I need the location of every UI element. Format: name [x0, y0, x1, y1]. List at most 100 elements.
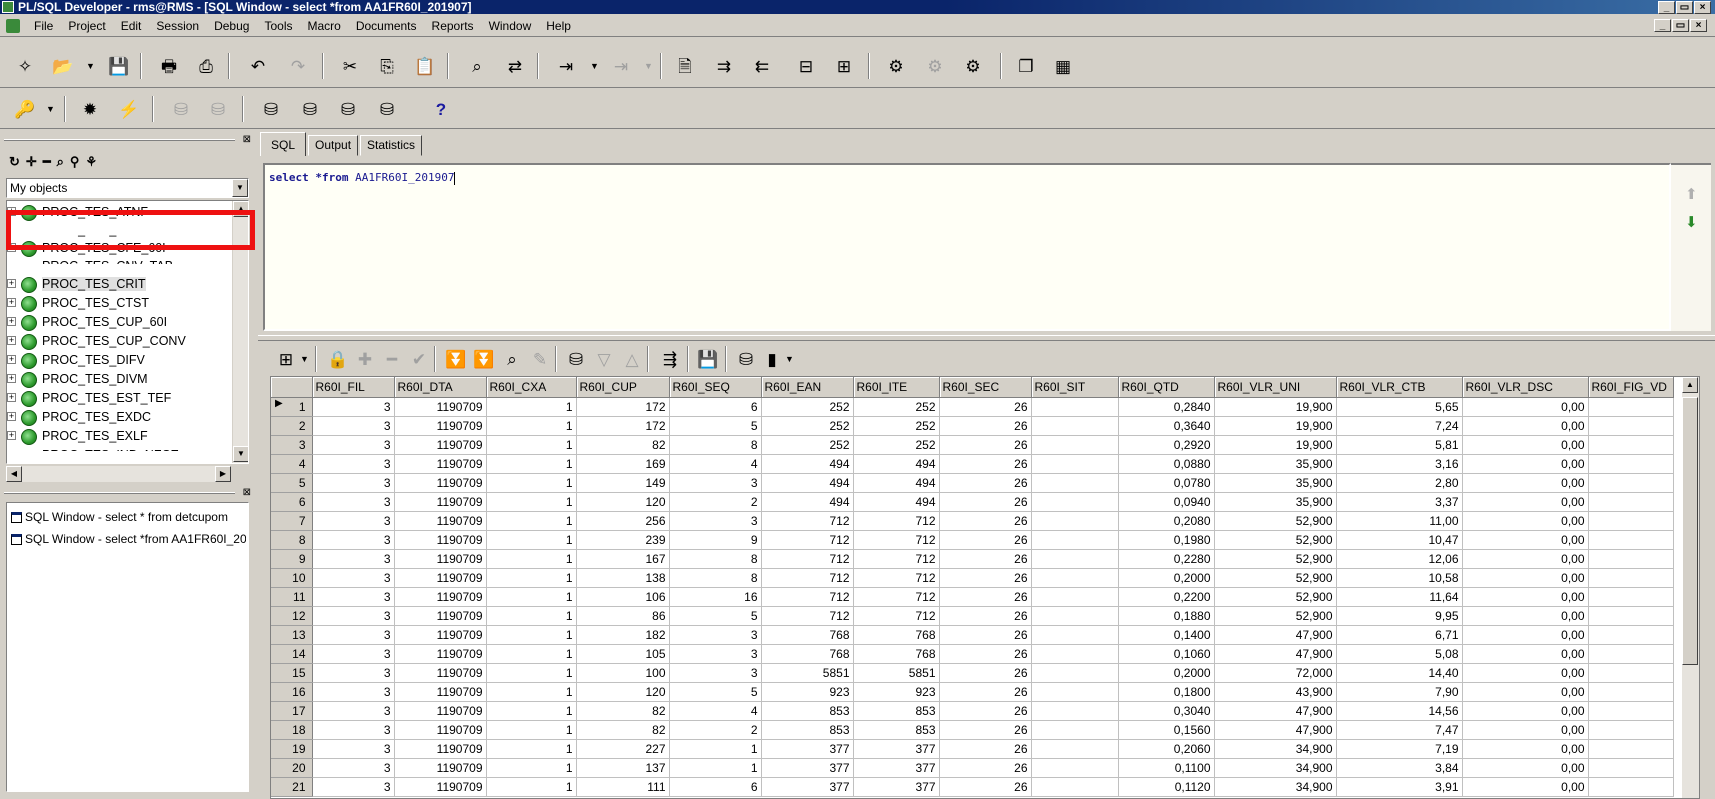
save-icon[interactable]: 💾: [106, 53, 132, 79]
expand-icon[interactable]: +: [7, 298, 16, 307]
new-icon[interactable]: ✧: [12, 53, 38, 79]
table-cell[interactable]: 3,91: [1336, 777, 1463, 797]
refresh-icon[interactable]: ↻: [9, 154, 20, 170]
menu-macro[interactable]: Macro: [299, 15, 347, 37]
table-row[interactable]: 13 3 1190709 1 182 3 768 768 26 0,1400 47,900 6,71 0…: [271, 625, 1674, 645]
tree-item[interactable]: + PROC_TES_IND_NFCE: [37, 445, 179, 451]
table-cell[interactable]: 5851: [853, 663, 940, 683]
table-cell[interactable]: 0,00: [1462, 435, 1589, 455]
table-cell[interactable]: 0,1560: [1118, 720, 1215, 740]
table-cell[interactable]: 2: [669, 720, 762, 740]
window-list-icon[interactable]: ❐: [1013, 53, 1039, 79]
maximize-button[interactable]: ▭: [1676, 1, 1693, 14]
table-cell[interactable]: 3: [669, 473, 762, 493]
table-row[interactable]: 16 3 1190709 1 120 5 923 923 26 0,1800 43,900 7,90 0…: [271, 682, 1674, 702]
sql-editor[interactable]: select *from AA1FR60I_201907: [263, 163, 1671, 331]
row-number-cell[interactable]: 16: [271, 682, 313, 702]
table-cell[interactable]: 3,37: [1336, 492, 1463, 512]
table-cell[interactable]: 26: [939, 682, 1032, 702]
table-cell[interactable]: 0,1880: [1118, 606, 1215, 626]
table-cell[interactable]: 47,900: [1214, 720, 1337, 740]
table-cell[interactable]: 0,2060: [1118, 739, 1215, 759]
table-cell[interactable]: 3: [312, 549, 395, 569]
remove-icon[interactable]: ━: [43, 154, 51, 170]
column-header[interactable]: R60I_EAN: [761, 377, 854, 398]
scroll-right-icon[interactable]: ▶: [215, 466, 231, 482]
table-cell[interactable]: 0,00: [1462, 454, 1589, 474]
table-cell[interactable]: 111: [576, 777, 670, 797]
tree-item[interactable]: + PROC_TES_CUP_CONV: [7, 331, 186, 351]
table-row[interactable]: 6 3 1190709 1 120 2 494 494 26 0,0940 35,900 3,37 0,…: [271, 492, 1674, 512]
table-cell[interactable]: 82: [576, 435, 670, 455]
table-cell[interactable]: 0,00: [1462, 587, 1589, 607]
column-header[interactable]: R60I_SEC: [939, 377, 1032, 398]
chart-dropdown-icon[interactable]: ▼: [785, 354, 794, 364]
indent-icon[interactable]: ⇉: [711, 53, 737, 79]
table-cell[interactable]: 1190709: [394, 549, 487, 569]
table-row[interactable]: 14 3 1190709 1 105 3 768 768 26 0,1060 47,900 5,08 0…: [271, 644, 1674, 664]
table-cell[interactable]: 52,900: [1214, 549, 1337, 569]
insert-record-icon[interactable]: ✚: [352, 346, 378, 372]
find-icon[interactable]: ⌕: [57, 154, 64, 170]
query-by-example-icon[interactable]: ⛁: [563, 346, 589, 372]
table-row[interactable]: 7 3 1190709 1 256 3 712 712 26 0,2080 52,900 11,00 0…: [271, 511, 1674, 531]
table-cell[interactable]: 34,900: [1214, 758, 1337, 778]
table-cell[interactable]: [1588, 416, 1674, 436]
table-cell[interactable]: 0,00: [1462, 720, 1589, 740]
table-cell[interactable]: [1031, 682, 1119, 702]
table-cell[interactable]: 86: [576, 606, 670, 626]
table-cell[interactable]: 26: [939, 530, 1032, 550]
copy-icon[interactable]: ⎘: [374, 53, 400, 79]
row-number-cell[interactable]: 20: [271, 758, 313, 778]
close-button[interactable]: ×: [1694, 1, 1711, 14]
table-cell[interactable]: 0,1100: [1118, 758, 1215, 778]
table-cell[interactable]: 6: [669, 777, 762, 797]
column-header[interactable]: R60I_VLR_UNI: [1214, 377, 1337, 398]
grid-view-icon[interactable]: ⊞: [273, 346, 299, 372]
table-cell[interactable]: 1190709: [394, 758, 487, 778]
table-cell[interactable]: [1031, 625, 1119, 645]
table-cell[interactable]: 10,58: [1336, 568, 1463, 588]
table-cell[interactable]: [1031, 663, 1119, 683]
find-icon[interactable]: ⌕: [464, 53, 490, 79]
table-cell[interactable]: 1190709: [394, 473, 487, 493]
table-cell[interactable]: 0,0880: [1118, 454, 1215, 474]
table-cell[interactable]: 0,3040: [1118, 701, 1215, 721]
csv-icon[interactable]: ⛁: [297, 96, 323, 122]
scroll-down-icon[interactable]: ▼: [233, 446, 248, 462]
table-cell[interactable]: 26: [939, 720, 1032, 740]
table-cell[interactable]: 0,1800: [1118, 682, 1215, 702]
table-cell[interactable]: 3: [312, 454, 395, 474]
table-cell[interactable]: 0,00: [1462, 606, 1589, 626]
table-cell[interactable]: 0,00: [1462, 511, 1589, 531]
menu-project[interactable]: Project: [60, 15, 112, 37]
table-cell[interactable]: 1190709: [394, 701, 487, 721]
key-dropdown-icon[interactable]: ▼: [46, 104, 55, 114]
table-cell[interactable]: 1: [669, 739, 762, 759]
table-cell[interactable]: [1588, 758, 1674, 778]
table-cell[interactable]: 1: [486, 758, 577, 778]
table-cell[interactable]: 3: [312, 606, 395, 626]
close-icon[interactable]: ⊠: [243, 134, 251, 145]
filter-icon[interactable]: ⚲: [70, 154, 80, 170]
table-cell[interactable]: 0,0780: [1118, 473, 1215, 493]
table-cell[interactable]: [1588, 625, 1674, 645]
table-cell[interactable]: 26: [939, 701, 1032, 721]
expand-icon[interactable]: +: [7, 261, 16, 270]
expand-icon[interactable]: +: [7, 450, 16, 459]
menu-session[interactable]: Session: [148, 15, 206, 37]
close-icon[interactable]: ⊠: [243, 487, 251, 498]
mdi-close-button[interactable]: ×: [1690, 19, 1707, 32]
table-cell[interactable]: 82: [576, 720, 670, 740]
table-cell[interactable]: 0,00: [1462, 473, 1589, 493]
table-cell[interactable]: 1190709: [394, 625, 487, 645]
table-cell[interactable]: 853: [761, 701, 854, 721]
table-cell[interactable]: 10,47: [1336, 530, 1463, 550]
next-page-icon[interactable]: ⏬: [443, 346, 469, 372]
table-cell[interactable]: 0,2000: [1118, 568, 1215, 588]
export-icon[interactable]: ⛁: [733, 346, 759, 372]
column-header[interactable]: R60I_SEQ: [669, 377, 762, 398]
table-cell[interactable]: 377: [761, 758, 854, 778]
table-cell[interactable]: [1031, 777, 1119, 797]
table-cell[interactable]: [1031, 511, 1119, 531]
